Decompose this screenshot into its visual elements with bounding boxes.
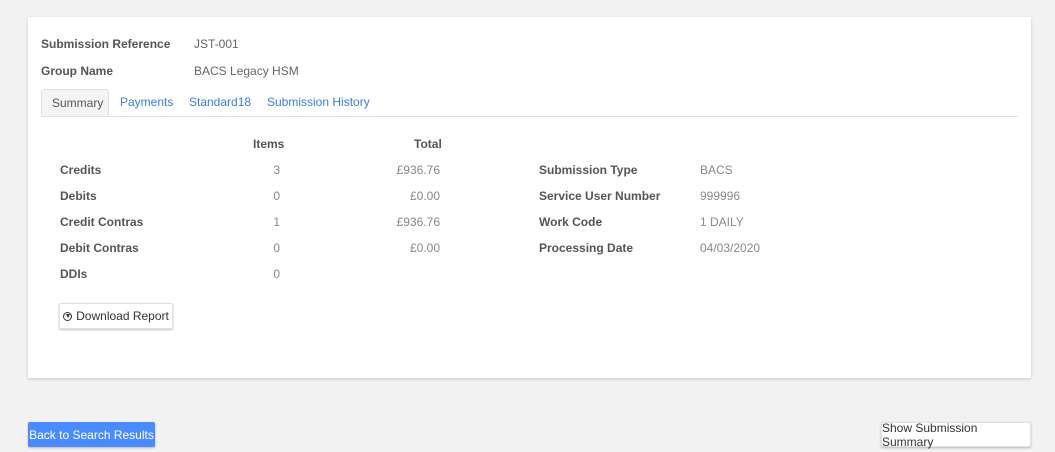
processing-date-value: 04/03/2020 (700, 241, 761, 255)
tab-bar: Summary Payments Standard18 Submission H… (41, 89, 1018, 117)
row-items-ddis: 0 (273, 267, 280, 281)
submission-type-label: Submission Type (539, 163, 638, 177)
row-total-debit-contras: £0.00 (409, 241, 440, 255)
row-label-debit-contras: Debit Contras (60, 241, 139, 255)
row-items-credits: 3 (273, 163, 280, 177)
group-name-label: Group Name (41, 64, 114, 78)
circle-arrow-down-icon (63, 311, 73, 321)
group-name-value: BACS Legacy HSM (194, 64, 299, 78)
items-header: Items (253, 137, 285, 151)
row-total-debits: £0.00 (409, 189, 440, 203)
row-label-debits: Debits (60, 189, 97, 203)
row-label-credits: Credits (60, 163, 102, 177)
work-code-value: 1 DAILY (700, 215, 744, 229)
total-header: Total (414, 137, 442, 151)
tab-payments[interactable]: Payments (120, 89, 173, 116)
row-label-ddis: DDIs (60, 267, 88, 281)
download-report-button[interactable]: Download Report (59, 303, 173, 329)
download-report-label: Download Report (76, 309, 169, 323)
submission-reference-label: Submission Reference (41, 37, 171, 51)
submission-card: Submission Reference JST-001 Group Name … (28, 17, 1031, 378)
row-total-credit-contras: £936.76 (396, 215, 440, 229)
tab-submission-history[interactable]: Submission History (267, 89, 370, 116)
processing-date-label: Processing Date (539, 241, 634, 255)
show-submission-summary-button[interactable]: Show Submission Summary (881, 421, 1031, 449)
work-code-label: Work Code (539, 215, 603, 229)
row-items-debit-contras: 0 (273, 241, 280, 255)
row-label-credit-contras: Credit Contras (60, 215, 144, 229)
tab-summary[interactable]: Summary (41, 89, 109, 116)
row-items-credit-contras: 1 (273, 215, 280, 229)
submission-type-value: BACS (700, 163, 733, 177)
row-total-credits: £936.76 (396, 163, 440, 177)
submission-reference-value: JST-001 (194, 37, 239, 51)
tab-standard18[interactable]: Standard18 (189, 89, 251, 116)
service-user-number-value: 999996 (700, 189, 741, 203)
row-items-debits: 0 (273, 189, 280, 203)
back-to-search-results-button[interactable]: Back to Search Results (28, 422, 155, 447)
service-user-number-label: Service User Number (539, 189, 661, 203)
